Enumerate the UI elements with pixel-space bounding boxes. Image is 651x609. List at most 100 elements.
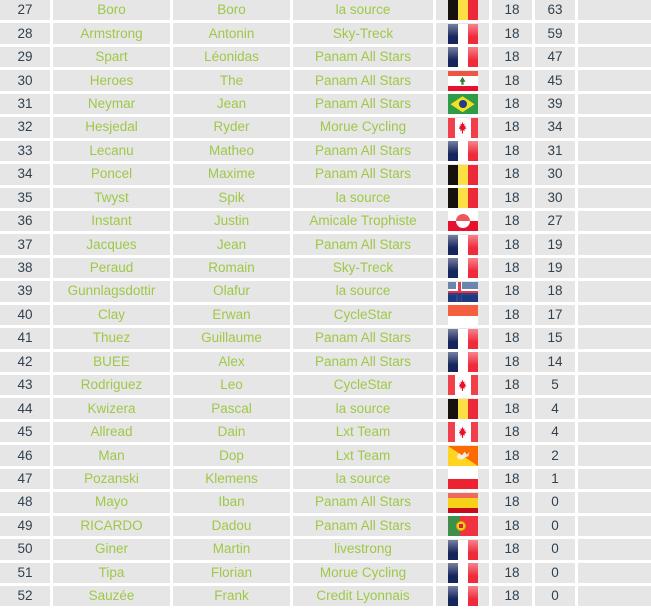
rank-cell: 27 [0,0,50,21]
france-flag-icon [447,562,478,583]
points-cell: 4 [535,421,575,443]
last-name-cell: Jacques [53,234,170,255]
france-flag-icon [447,352,478,372]
extra-cell [578,375,651,396]
flag-cell [436,164,489,185]
rank-cell: 42 [0,351,50,372]
points-cell: 0 [535,539,575,560]
lebanon-flag-icon [447,70,478,91]
first-name-cell: Leo [173,375,290,396]
flag-cell [436,445,489,466]
flag-cell [436,70,489,91]
points-cell: 63 [535,0,575,21]
last-name-cell: Armstrong [53,23,170,44]
canada-flag-icon [447,375,478,396]
team-cell: Panam All Stars [293,70,433,91]
points-cell: 34 [535,117,575,138]
rank-cell: 52 [0,585,50,607]
team-cell: Lxt Team [293,445,433,466]
first-name-cell: Matheo [173,140,290,162]
first-name-cell: The [173,70,290,91]
points-cell: 15 [535,328,575,349]
extra-cell [578,140,651,162]
first-name-cell: Dop [173,445,290,466]
table-row: 51 Tipa Florian Morue Cycling 18 0 [0,562,651,583]
table-row: 30 Heroes The Panam All Stars 18 45 [0,70,651,91]
points-cell: 0 [535,515,575,537]
extra-cell [578,585,651,607]
races-cell: 18 [492,257,532,279]
table-row: 34 Poncel Maxime Panam All Stars 18 30 [0,164,651,185]
team-cell: CycleStar [293,375,433,396]
last-name-cell: Man [53,445,170,466]
rank-cell: 28 [0,23,50,44]
races-cell: 18 [492,351,532,372]
team-cell: Sky-Treck [293,257,433,279]
rank-cell: 30 [0,70,50,91]
extra-cell [578,70,651,91]
table-row: 32 Hesjedal Ryder Morue Cycling 18 34 [0,117,651,138]
first-name-cell: Erwan [173,304,290,326]
points-cell: 39 [535,93,575,115]
last-name-cell: Neymar [53,93,170,115]
last-name-cell: Boro [53,0,170,21]
belgium-flag-icon [447,0,478,21]
flag-cell [436,46,489,68]
races-cell: 18 [492,187,532,208]
rank-cell: 48 [0,492,50,513]
team-cell: Panam All Stars [293,515,433,537]
team-cell: Panam All Stars [293,140,433,162]
canada-flag-icon [447,422,478,443]
team-cell: Panam All Stars [293,164,433,185]
races-cell: 18 [492,492,532,513]
table-row: 47 Pozanski Klemens la source 18 1 [0,468,651,490]
belgium-flag-icon [447,187,478,208]
table-row: 49 RICARDO Dadou Panam All Stars 18 0 [0,515,651,537]
table-row: 46 Man Dop Lxt Team 18 2 [0,445,651,466]
table-row: 37 Jacques Jean Panam All Stars 18 19 [0,234,651,255]
rank-cell: 38 [0,257,50,279]
races-cell: 18 [492,585,532,607]
france-flag-icon [447,539,478,560]
races-cell: 18 [492,140,532,162]
extra-cell [578,0,651,21]
rank-cell: 41 [0,328,50,349]
races-cell: 18 [492,421,532,443]
rank-cell: 43 [0,375,50,396]
brazil-flag-icon [447,94,478,115]
last-name-cell: Spart [53,46,170,68]
extra-cell [578,164,651,185]
races-cell: 18 [492,398,532,419]
greenland-flag-icon [447,211,478,232]
first-name-cell: Florian [173,562,290,583]
extra-cell [578,351,651,372]
flag-cell [436,351,489,372]
flag-cell [436,117,489,138]
team-cell: la source [293,468,433,490]
races-cell: 18 [492,562,532,583]
points-cell: 2 [535,445,575,466]
team-cell: Panam All Stars [293,351,433,372]
rank-cell: 31 [0,93,50,115]
first-name-cell: Guillaume [173,328,290,349]
extra-cell [578,23,651,44]
poland-flag-icon [447,469,478,490]
races-cell: 18 [492,445,532,466]
flag-cell [436,585,489,607]
first-name-cell: Spik [173,187,290,208]
races-cell: 18 [492,468,532,490]
last-name-cell: Instant [53,210,170,232]
points-cell: 19 [535,234,575,255]
rank-cell: 37 [0,234,50,255]
last-name-cell: Hesjedal [53,117,170,138]
flag-cell [436,304,489,326]
spain-flag-icon [447,492,478,513]
races-cell: 18 [492,539,532,560]
france-flag-icon [447,586,478,607]
rank-cell: 33 [0,140,50,162]
first-name-cell: Iban [173,492,290,513]
points-cell: 47 [535,46,575,68]
first-name-cell: Maxime [173,164,290,185]
table-row: 31 Neymar Jean Panam All Stars 18 39 [0,93,651,115]
table-row: 52 Sauzée Frank Credit Lyonnais 18 0 [0,585,651,607]
